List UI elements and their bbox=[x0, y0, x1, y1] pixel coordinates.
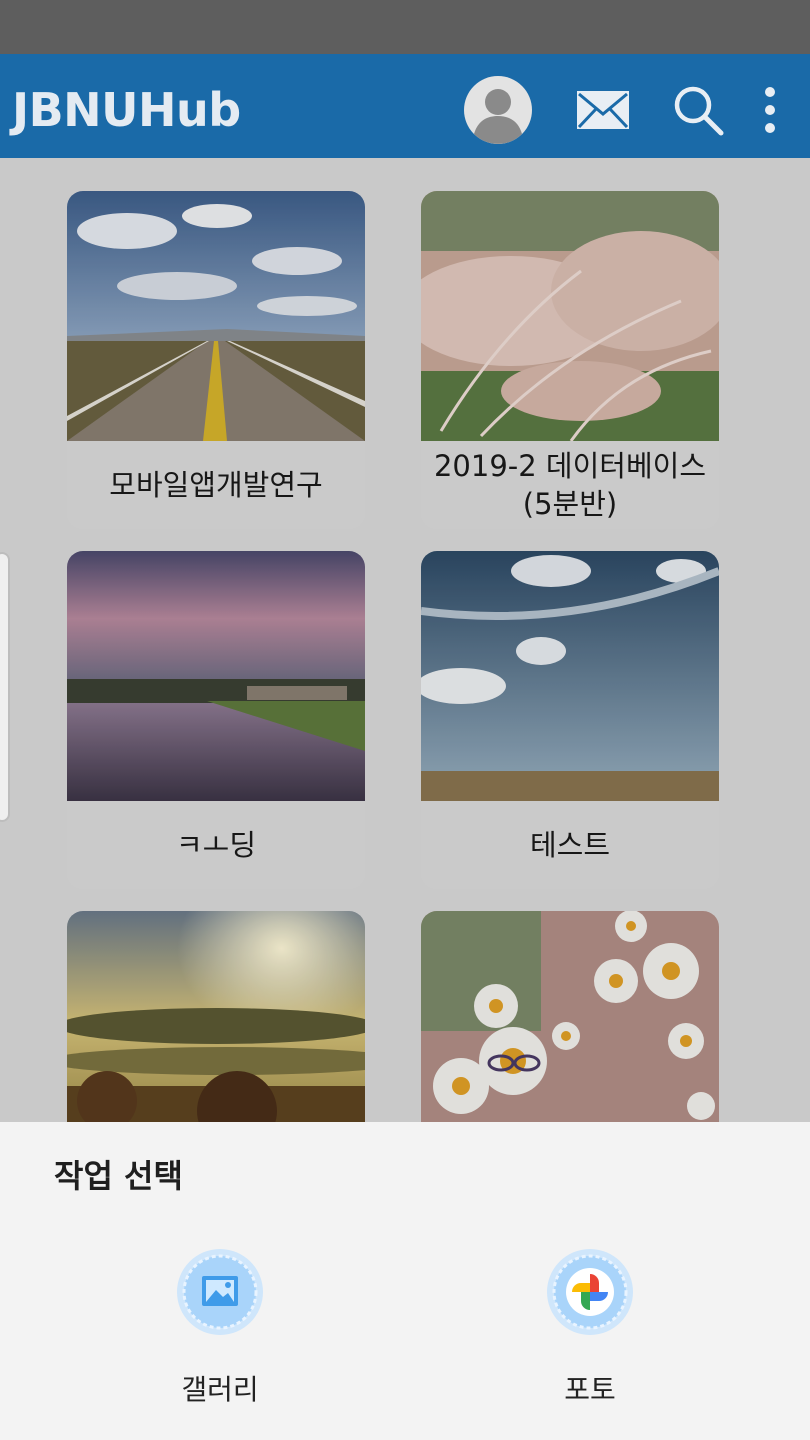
card-title: 테스트 bbox=[529, 828, 611, 862]
photos-pinwheel-icon bbox=[547, 1249, 633, 1335]
card-image-lake bbox=[67, 551, 365, 801]
option-label: 포토 bbox=[564, 1373, 616, 1406]
search-icon[interactable] bbox=[672, 84, 724, 136]
edge-panel-handle[interactable] bbox=[0, 552, 10, 822]
app-bar: JBNUHub bbox=[0, 54, 810, 158]
card-image-prairie bbox=[421, 551, 719, 801]
card-image-grass bbox=[421, 191, 719, 441]
course-card[interactable]: ㅋㅗ딩 bbox=[67, 551, 365, 889]
option-gallery[interactable]: 갤러리 bbox=[120, 1242, 320, 1412]
avatar-icon[interactable] bbox=[464, 76, 532, 144]
status-bar bbox=[0, 0, 810, 54]
card-title: 2019-2 데이터베이스 (5분반) bbox=[433, 449, 707, 521]
card-title: 모바일앱개발연구 bbox=[109, 468, 323, 502]
app-title: JBNUHub bbox=[12, 83, 241, 137]
option-photos[interactable]: 포토 bbox=[490, 1242, 690, 1412]
course-card[interactable]: 2019-2 데이터베이스 (5분반) bbox=[421, 191, 719, 529]
gallery-icon bbox=[177, 1249, 263, 1335]
action-chooser-sheet: 작업 선택 갤러리 포토 bbox=[0, 1122, 810, 1440]
card-title: ㅋㅗ딩 bbox=[175, 828, 257, 862]
mail-icon[interactable] bbox=[576, 90, 630, 130]
course-card[interactable]: 테스트 bbox=[421, 551, 719, 889]
card-image-road bbox=[67, 191, 365, 441]
course-card[interactable]: 모바일앱개발연구 bbox=[67, 191, 365, 529]
more-vert-icon[interactable] bbox=[752, 84, 788, 136]
sheet-title: 작업 선택 bbox=[54, 1157, 183, 1195]
option-label: 갤러리 bbox=[181, 1373, 259, 1406]
